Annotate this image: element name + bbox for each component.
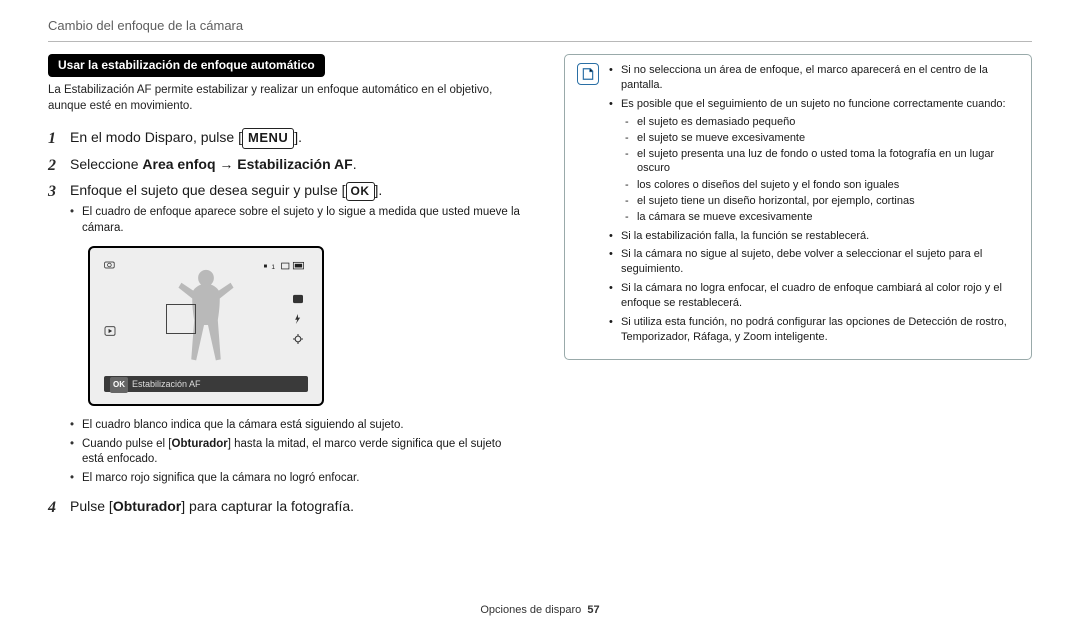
ok-button-icon: OK bbox=[346, 182, 375, 201]
bullet: El cuadro blanco indica que la cámara es… bbox=[70, 418, 524, 434]
step-1: 1 En el modo Disparo, pulse [MENU]. bbox=[48, 128, 524, 150]
step-number: 3 bbox=[48, 181, 62, 492]
note-item: Si la cámara no sigue al sujeto, debe vo… bbox=[609, 247, 1019, 277]
dash-item: la cámara se mueve excesivamente bbox=[625, 210, 1019, 224]
bullet: Cuando pulse el [Obturador] hasta la mit… bbox=[70, 437, 524, 468]
mode-icon bbox=[104, 260, 116, 270]
play-icon bbox=[104, 326, 116, 336]
intro-text: La Estabilización AF permite estabilizar… bbox=[48, 83, 524, 114]
dash-item: el sujeto presenta una luz de fondo o us… bbox=[625, 147, 1019, 176]
note-item: Si utiliza esta función, no podrá config… bbox=[609, 315, 1019, 345]
svg-text:1: 1 bbox=[271, 264, 275, 271]
focus-square bbox=[166, 304, 196, 334]
step-number: 4 bbox=[48, 497, 62, 519]
dash-item: el sujeto tiene un diseño horizontal, po… bbox=[625, 194, 1019, 208]
step-3: 3 Enfoque el sujeto que desea seguir y p… bbox=[48, 181, 524, 492]
step-text: Enfoque el sujeto que desea seguir y pul… bbox=[70, 182, 346, 198]
bullet: El marco rojo significa que la cámara no… bbox=[70, 471, 524, 487]
step3-sublist-b: El cuadro blanco indica que la cámara es… bbox=[70, 418, 524, 486]
step-body: En el modo Disparo, pulse [MENU]. bbox=[70, 128, 524, 150]
page-header: Cambio del enfoque de la cámara bbox=[48, 18, 1032, 33]
step-number: 2 bbox=[48, 155, 62, 177]
steps-list: 1 En el modo Disparo, pulse [MENU]. 2 Se… bbox=[48, 128, 524, 519]
dash-item: el sujeto es demasiado pequeño bbox=[625, 115, 1019, 129]
note-dash-list: el sujeto es demasiado pequeño el sujeto… bbox=[625, 115, 1019, 225]
step-text: . bbox=[353, 156, 357, 172]
lcd-inner: 1 bbox=[98, 256, 314, 396]
menu-path: Area enfoq → Estabilización AF bbox=[142, 156, 352, 172]
footer-section: Opciones de disparo bbox=[480, 604, 581, 616]
note-item: Si la estabilización falla, la función s… bbox=[609, 229, 1019, 244]
left-column: Usar la estabilización de enfoque automá… bbox=[48, 54, 524, 524]
page-footer: Opciones de disparo 57 bbox=[0, 604, 1080, 616]
step-text: ]. bbox=[294, 129, 302, 145]
ok-mini-icon: OK bbox=[110, 377, 128, 393]
note-box: Si no selecciona un área de enfoque, el … bbox=[564, 54, 1032, 360]
note-item: Si no selecciona un área de enfoque, el … bbox=[609, 63, 1019, 93]
camera-lcd: 1 bbox=[88, 246, 324, 406]
step-body: Pulse [Obturador] para capturar la fotog… bbox=[70, 497, 524, 519]
page-number: 57 bbox=[587, 604, 599, 616]
note-icon bbox=[577, 63, 599, 85]
stabilize-icon bbox=[292, 334, 304, 344]
dash-item: los colores o diseños del sujeto y el fo… bbox=[625, 178, 1019, 192]
note-item: Si la cámara no logra enfocar, el cuadro… bbox=[609, 281, 1019, 311]
step-text: En el modo Disparo, pulse [ bbox=[70, 129, 242, 145]
note-list: Si no selecciona un área de enfoque, el … bbox=[609, 63, 1019, 349]
lcd-right-icons bbox=[292, 294, 304, 344]
status-icons: 1 bbox=[264, 260, 308, 272]
header-rule bbox=[48, 41, 1032, 42]
step-body: Enfoque el sujeto que desea seguir y pul… bbox=[70, 181, 524, 492]
right-column: Si no selecciona un área de enfoque, el … bbox=[564, 54, 1032, 524]
step-text: Seleccione bbox=[70, 156, 142, 172]
bullet: El cuadro de enfoque aparece sobre el su… bbox=[70, 205, 524, 236]
section-title: Usar la estabilización de enfoque automá… bbox=[48, 54, 325, 77]
step-body: Seleccione Area enfoq → Estabilización A… bbox=[70, 155, 524, 177]
step-text: ]. bbox=[375, 182, 383, 198]
flash-icon bbox=[292, 314, 304, 324]
content-columns: Usar la estabilización de enfoque automá… bbox=[48, 54, 1032, 524]
page: Cambio del enfoque de la cámara Usar la … bbox=[0, 0, 1080, 630]
meter-icon bbox=[292, 294, 304, 304]
step3-sublist-a: El cuadro de enfoque aparece sobre el su… bbox=[70, 205, 524, 236]
lcd-caption-bar: OK Estabilización AF bbox=[104, 376, 308, 392]
lcd-caption-text: Estabilización AF bbox=[132, 379, 201, 389]
step-4: 4 Pulse [Obturador] para capturar la fot… bbox=[48, 497, 524, 519]
menu-button-icon: MENU bbox=[242, 128, 294, 149]
camera-screen-figure: 1 bbox=[88, 246, 524, 406]
step-2: 2 Seleccione Area enfoq → Estabilización… bbox=[48, 155, 524, 177]
note-item: Es posible que el seguimiento de un suje… bbox=[609, 97, 1019, 225]
step-number: 1 bbox=[48, 128, 62, 150]
dash-item: el sujeto se mueve excesivamente bbox=[625, 131, 1019, 145]
